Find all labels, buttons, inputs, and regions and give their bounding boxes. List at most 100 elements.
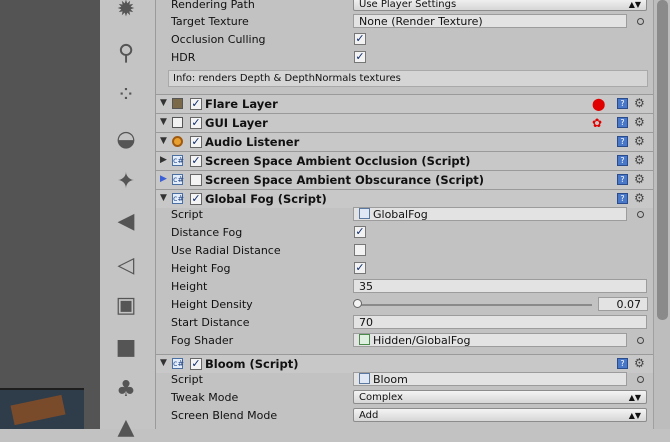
audio-listener-enabled-checkbox[interactable]: ✓ [190, 136, 202, 148]
target-texture-row: Target Texture None (Render Texture) [156, 13, 653, 31]
collapse-icon[interactable]: ▼ [160, 98, 167, 108]
height-density-slider-track[interactable] [358, 304, 592, 306]
object-picker-icon[interactable] [637, 376, 644, 383]
distance-fog-checkbox[interactable]: ✓ [354, 226, 366, 238]
expand-icon[interactable]: ▶ [160, 155, 167, 165]
screen-blend-mode-row: Screen Blend Mode Add ▲▼ [156, 407, 653, 425]
inspector-scrollbar[interactable] [653, 0, 670, 429]
help-icon[interactable]: ? [617, 136, 628, 147]
hdr-row: HDR ✓ [156, 49, 653, 67]
component-title: Global Fog (Script) [205, 192, 327, 206]
collapse-icon[interactable]: ▼ [160, 193, 167, 203]
object-picker-icon[interactable] [637, 18, 644, 25]
scene-view[interactable] [0, 0, 100, 429]
audio-listener-icon [172, 136, 183, 147]
component-header-audio-listener[interactable]: ▼ ✓ Audio Listener ? ⚙ [156, 132, 653, 151]
script-label: Script [171, 208, 203, 221]
gear-icon[interactable]: ⚙ [634, 96, 645, 110]
fog-shader-row: Fog Shader Hidden/GlobalFog [156, 332, 653, 350]
gear-icon[interactable]: ⚙ [634, 134, 645, 148]
distance-fog-label: Distance Fog [171, 226, 243, 239]
fog-shader-value: Hidden/GlobalFog [373, 334, 471, 347]
fog-shader-label: Fog Shader [171, 334, 234, 347]
height-label: Height [171, 280, 208, 293]
help-icon[interactable]: ? [617, 174, 628, 185]
screen-blend-mode-value: Add [359, 410, 379, 421]
fog-script-field[interactable]: GlobalFog [353, 207, 627, 221]
fog-script-row: Script GlobalFog [156, 206, 653, 224]
ssao-enabled-checkbox[interactable]: ✓ [190, 155, 202, 167]
script-label: Script [171, 373, 203, 386]
help-icon[interactable]: ? [617, 98, 628, 109]
scrollbar-thumb[interactable] [657, 0, 668, 320]
camera-icon[interactable]: ■ [108, 332, 144, 362]
ssao-obscurance-enabled-checkbox[interactable] [190, 174, 202, 186]
occlusion-culling-checkbox[interactable]: ✓ [354, 33, 366, 45]
bloom-script-field[interactable]: Bloom [353, 372, 627, 386]
collapse-icon[interactable]: ▼ [160, 358, 167, 368]
screen-blend-mode-label: Screen Blend Mode [171, 409, 278, 422]
rendering-path-dropdown[interactable]: Use Player Settings ▲▼ [353, 0, 647, 11]
spotlight-icon[interactable]: ⚲ [108, 38, 144, 68]
gear-icon[interactable]: ⚙ [634, 356, 645, 370]
component-header-ssao[interactable]: ▶ c# ✓ Screen Space Ambient Occlusion (S… [156, 151, 653, 170]
start-distance-field[interactable]: 70 [353, 315, 647, 329]
hdr-checkbox[interactable]: ✓ [354, 51, 366, 63]
use-radial-distance-label: Use Radial Distance [171, 244, 281, 257]
dropdown-arrows-icon: ▲▼ [628, 393, 641, 402]
object-picker-icon[interactable] [637, 211, 644, 218]
collapse-icon[interactable]: ▼ [160, 117, 167, 127]
area-light-icon[interactable]: ◒ [108, 124, 144, 154]
dropdown-arrows-icon: ▲▼ [628, 0, 641, 9]
tweak-mode-row: Tweak Mode Complex ▲▼ [156, 389, 653, 407]
target-texture-field[interactable]: None (Render Texture) [353, 14, 627, 28]
component-header-flare-layer[interactable]: ▼ ✓ Flare Layer ⬤ ? ⚙ [156, 94, 653, 113]
tweak-mode-label: Tweak Mode [171, 391, 239, 404]
tweak-mode-dropdown[interactable]: Complex ▲▼ [353, 390, 647, 404]
inspector-panel: Rendering Path Use Player Settings ▲▼ Ta… [156, 0, 653, 429]
height-density-label: Height Density [171, 298, 253, 311]
component-header-ssao-obscurance[interactable]: ▶ c# Screen Space Ambient Obscurance (Sc… [156, 170, 653, 189]
height-field[interactable]: 35 [353, 279, 647, 293]
scene-thumbnail [0, 388, 84, 429]
camera-outline-icon[interactable]: ▣ [108, 290, 144, 320]
expand-icon[interactable]: ▶ [160, 174, 167, 184]
height-fog-row: Height Fog ✓ [156, 260, 653, 278]
audio-source-icon[interactable]: ◀ [108, 206, 144, 236]
gear-icon[interactable]: ⚙ [634, 115, 645, 129]
start-distance-row: Start Distance 70 [156, 314, 653, 332]
fog-shader-field[interactable]: Hidden/GlobalFog [353, 333, 627, 347]
rendering-path-value: Use Player Settings [359, 0, 457, 10]
point-light-icon[interactable]: ⁘ [108, 80, 144, 110]
help-icon[interactable]: ? [617, 155, 628, 166]
gui-layer-icon [172, 117, 183, 128]
height-density-field[interactable]: 0.07 [598, 297, 648, 311]
help-icon[interactable]: ? [617, 358, 628, 369]
component-title: Screen Space Ambient Occlusion (Script) [205, 154, 471, 168]
object-picker-icon[interactable] [637, 337, 644, 344]
gear-icon[interactable]: ⚙ [634, 191, 645, 205]
collapse-icon[interactable]: ▼ [160, 136, 167, 146]
flare-layer-enabled-checkbox[interactable]: ✓ [190, 98, 202, 110]
height-density-slider-knob[interactable] [353, 299, 362, 308]
height-fog-label: Height Fog [171, 262, 231, 275]
gear-icon[interactable]: ⚙ [634, 153, 645, 167]
help-icon[interactable]: ? [617, 193, 628, 204]
sun-icon[interactable]: ✹ [108, 0, 144, 24]
particles-icon[interactable]: ✦ [108, 166, 144, 196]
audio-zone-icon[interactable]: ◁ [108, 250, 144, 280]
gear-icon[interactable]: ⚙ [634, 172, 645, 186]
arrow-icon[interactable]: ▲ [108, 412, 144, 442]
screen-blend-mode-dropdown[interactable]: Add ▲▼ [353, 408, 647, 422]
script-icon: c# [172, 358, 185, 369]
gizmo-toolstrip: ✹ ⚲ ⁘ ◒ ✦ ◀ ◁ ▣ ■ ♣ ▲ [100, 0, 156, 440]
gui-layer-enabled-checkbox[interactable]: ✓ [190, 117, 202, 129]
occlusion-culling-label: Occlusion Culling [171, 33, 266, 46]
use-radial-distance-checkbox[interactable] [354, 244, 366, 256]
height-fog-checkbox[interactable]: ✓ [354, 262, 366, 274]
component-header-gui-layer[interactable]: ▼ ✓ GUI Layer ✿ ? ⚙ [156, 113, 653, 132]
bloom-enabled-checkbox[interactable]: ✓ [190, 358, 202, 370]
tree-icon[interactable]: ♣ [108, 374, 144, 404]
global-fog-enabled-checkbox[interactable]: ✓ [190, 193, 202, 205]
help-icon[interactable]: ? [617, 117, 628, 128]
